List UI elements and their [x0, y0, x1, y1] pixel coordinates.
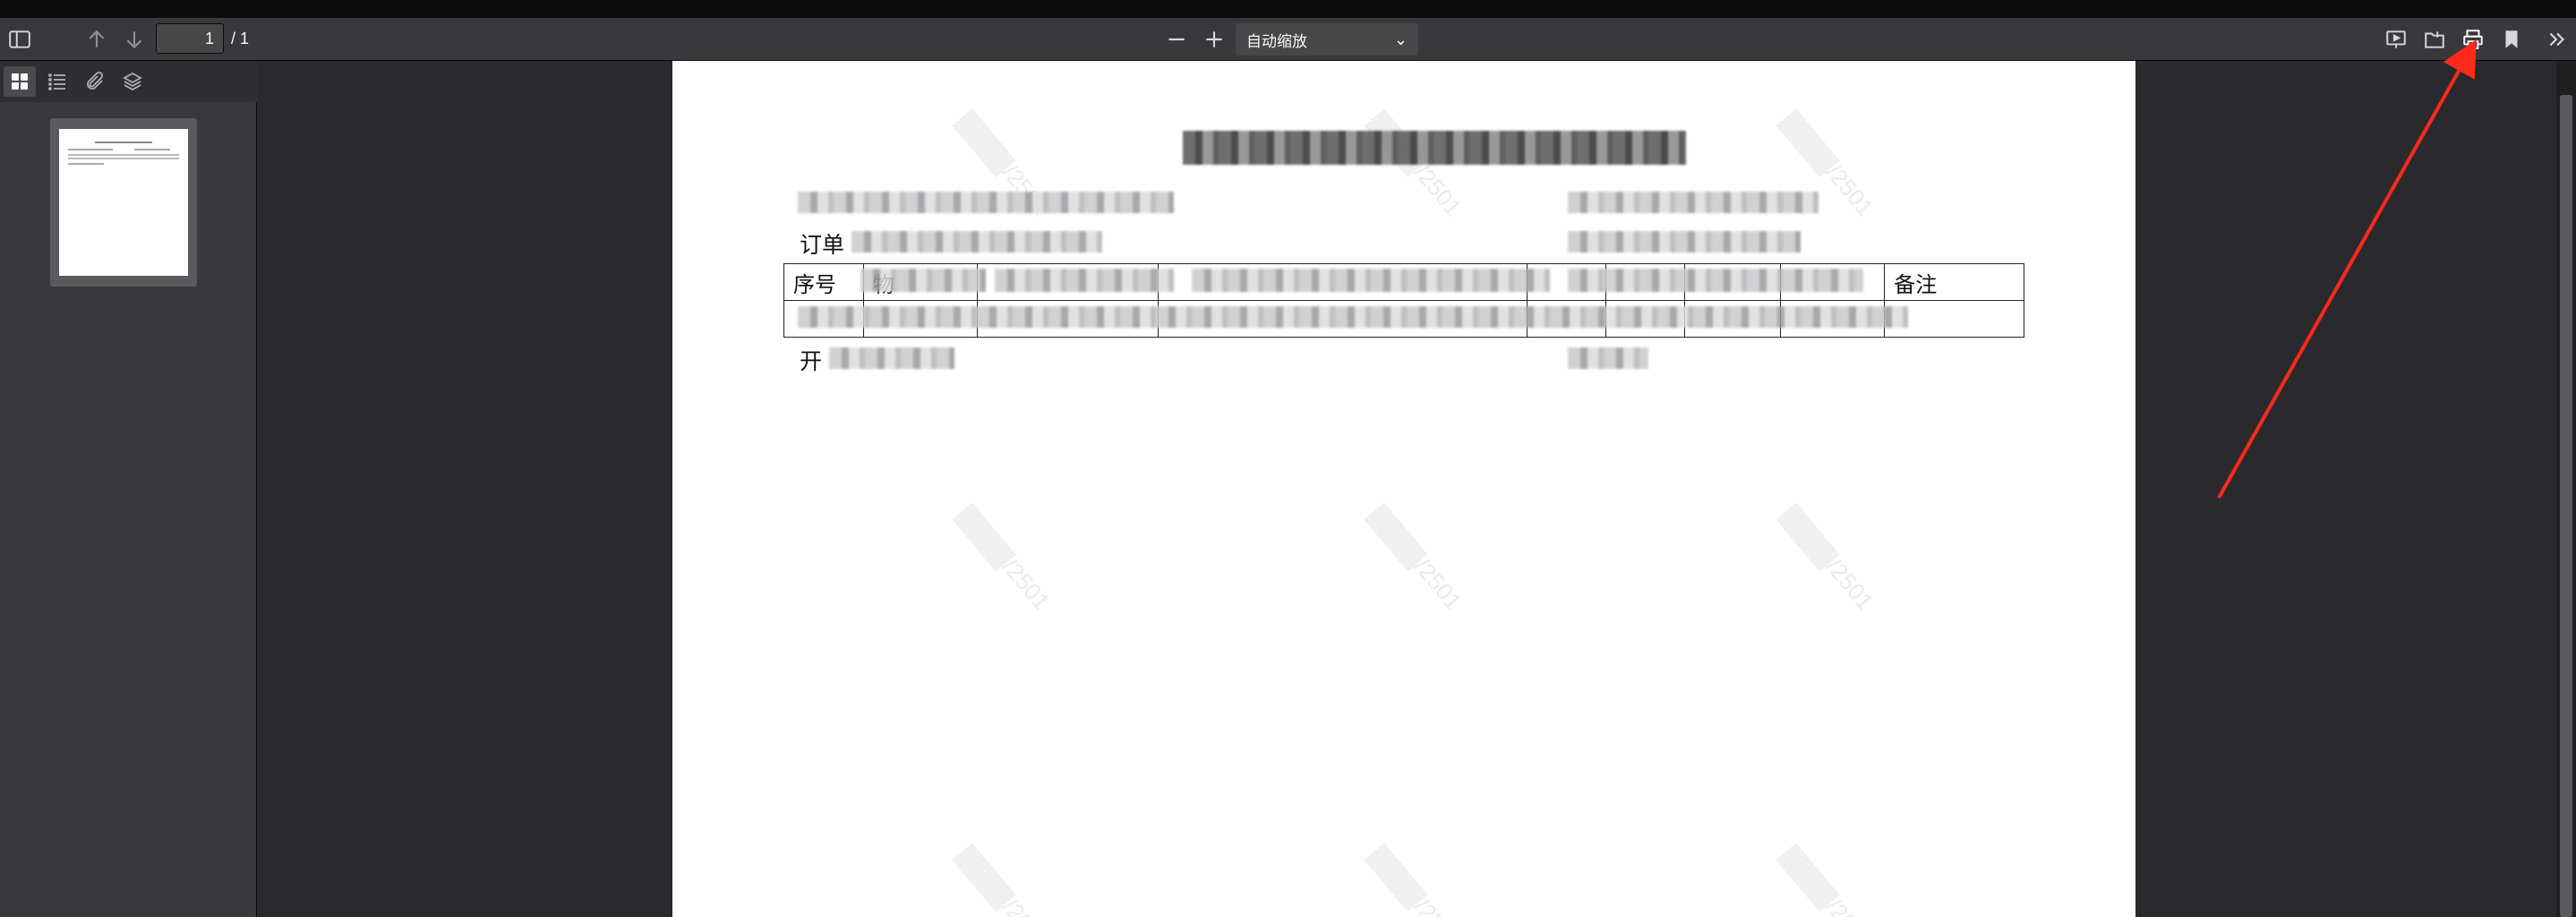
document-viewer[interactable]: ▓▓▓▓/2501 ▓▓▓▓/2501 ▓▓▓▓/2501 ▓▓▓▓/2501 … — [257, 61, 2576, 917]
watermark: ▓▓▓▓/2501 — [954, 841, 1056, 917]
tools-icon[interactable] — [2541, 23, 2573, 56]
redacted-cell — [1192, 269, 1550, 292]
zoom-out-icon[interactable] — [1160, 23, 1193, 56]
layers-icon[interactable] — [116, 66, 149, 97]
zoom-select-value: 自动缩放 — [1246, 32, 1307, 50]
previous-page-icon[interactable] — [81, 23, 113, 56]
order-label: 订单 — [800, 234, 845, 258]
pdf-toolbar: / 1 自动缩放 ⌄ — [0, 18, 2576, 61]
redacted-text — [829, 347, 954, 369]
bookmark-icon[interactable] — [2495, 23, 2528, 56]
watermark: ▓▓▓▓/2501 — [954, 501, 1056, 615]
open-file-icon[interactable] — [2418, 23, 2451, 56]
redacted-text — [1568, 231, 1801, 253]
header-seq: 序号 — [783, 263, 864, 301]
attachments-icon[interactable] — [79, 66, 111, 97]
watermark: ▓▓▓▓/2501 — [1777, 841, 1879, 917]
thumbnail-image — [59, 129, 188, 276]
sidebar-tabs — [0, 61, 257, 102]
redacted-cell — [1568, 269, 1863, 292]
watermark: ▓▓▓▓/2501 — [1777, 501, 1879, 615]
thumbnails-icon[interactable] — [4, 66, 36, 97]
redacted-cell — [860, 269, 986, 292]
watermark: ▓▓▓▓/2501 — [1365, 501, 1468, 615]
pdf-page: ▓▓▓▓/2501 ▓▓▓▓/2501 ▓▓▓▓/2501 ▓▓▓▓/2501 … — [672, 61, 2135, 917]
presentation-mode-icon[interactable] — [2380, 23, 2412, 56]
redacted-title — [1183, 131, 1686, 165]
print-icon[interactable] — [2457, 23, 2489, 56]
page-total-label: / 1 — [231, 30, 250, 47]
outline-icon[interactable] — [41, 66, 73, 97]
page-number-input[interactable] — [156, 23, 224, 54]
sidebar — [0, 61, 257, 917]
zoom-in-icon[interactable] — [1198, 23, 1230, 56]
watermark: ▓▓▓▓/2501 — [1365, 841, 1468, 917]
redacted-text — [1568, 347, 1648, 369]
next-page-icon[interactable] — [118, 23, 150, 56]
footer-label: 开 — [800, 350, 823, 374]
window-top-strip — [0, 0, 2576, 18]
redacted-text — [1568, 192, 1819, 213]
scrollbar-thumb[interactable] — [2560, 95, 2572, 917]
sidebar-toggle-icon[interactable] — [4, 23, 36, 56]
redacted-text — [798, 192, 1174, 213]
redacted-row — [798, 306, 1908, 328]
header-remark: 备注 — [1884, 263, 2024, 301]
vertical-scrollbar[interactable] — [2556, 61, 2576, 917]
redacted-cell — [995, 269, 1174, 292]
page-thumbnail[interactable] — [50, 118, 197, 287]
zoom-select[interactable]: 自动缩放 ⌄ — [1236, 23, 1418, 56]
redacted-text — [852, 231, 1102, 253]
chevron-down-icon: ⌄ — [1393, 30, 1408, 48]
